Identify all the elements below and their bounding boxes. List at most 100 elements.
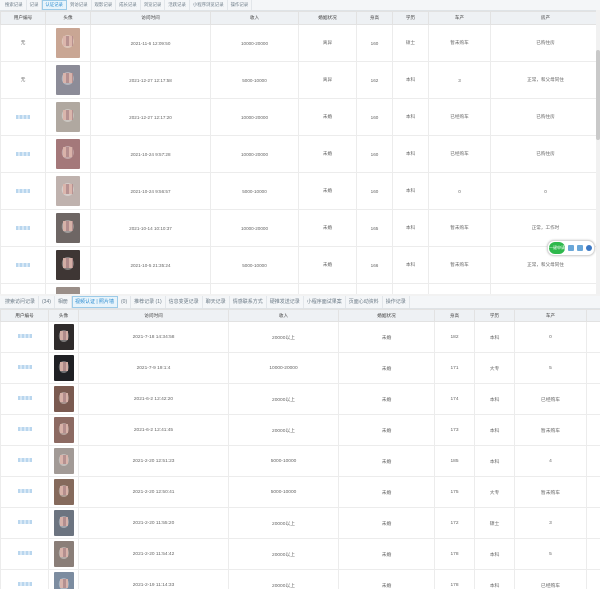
user-id[interactable]: 无 — [21, 40, 26, 45]
avatar[interactable] — [56, 176, 80, 206]
edu-cell: 本科 — [474, 321, 515, 353]
tab-6[interactable]: 信息变更记录 — [166, 296, 203, 308]
table-row[interactable]: 2021-10-24 9:57:28 10000-20000 未婚 160 本科 已经购车… — [0, 135, 600, 173]
user-id-cell — [0, 209, 46, 247]
tab-4[interactable]: 观影记录 — [92, 0, 117, 10]
masked-user-id — [16, 263, 30, 268]
table-row[interactable]: 2021-10-24 9:56:57 5000-10000 未婚 160 本科 0 0 — [0, 172, 600, 210]
tab-3[interactable]: 到访记录 — [67, 0, 92, 10]
time-cell: 2021-6-2 12:42:20 — [78, 383, 229, 415]
marital-cell: 未婚 — [338, 569, 435, 589]
avatar[interactable] — [53, 479, 74, 505]
marital-cell: 未婚 — [298, 135, 357, 173]
marital-cell: 未婚 — [338, 445, 435, 477]
marital-cell: 未婚 — [338, 321, 435, 353]
tab-2[interactable]: 相册 — [55, 296, 72, 308]
tab-1[interactable]: (34) — [39, 296, 55, 308]
marital-cell: 未婚 — [338, 414, 435, 446]
table-row[interactable]: 2021-12-27 12:17:20 10000-20000 未婚 160 本科 已经购… — [0, 98, 600, 136]
table-row[interactable]: 2021-2-20 11:55:20 20000以上 未婚 172 硕士 3 — [0, 507, 600, 539]
avatar-cell — [48, 321, 79, 353]
table-row[interactable]: 2021-6-2 12:41:45 20000以上 未婚 173 本科 暂未购车 — [0, 414, 600, 446]
grid-icon[interactable] — [568, 245, 574, 251]
top-vertical-scrollbar[interactable] — [596, 10, 600, 294]
avatar[interactable] — [53, 417, 74, 443]
tab-7[interactable]: 聊天记录 — [203, 296, 230, 308]
masked-user-id — [16, 189, 30, 194]
house-cell: 已购住房 — [490, 98, 600, 136]
tab-0[interactable]: 搜索访问记录 — [2, 296, 40, 308]
column-header: 婚姻状况 — [298, 11, 357, 25]
income-cell: 5000-10000 — [210, 172, 299, 210]
table-row[interactable]: 2021-2-20 11:54:42 20000以上 未婚 178 本科 5 — [0, 538, 600, 570]
avatar[interactable] — [53, 324, 74, 350]
table-row[interactable]: 2021-7-18 14:34:58 20000以上 未婚 182 本科 0 — [0, 321, 600, 353]
time-cell: 2021-2-20 12:50:41 — [78, 476, 229, 508]
avatar-cell — [45, 135, 91, 173]
tab-8[interactable]: 小程序浏览记录 — [190, 0, 228, 10]
avatar[interactable] — [53, 572, 74, 589]
user-id-cell — [0, 135, 46, 173]
empty-cell — [586, 507, 600, 539]
avatar[interactable] — [56, 65, 80, 95]
avatar[interactable] — [53, 541, 74, 567]
time-cell: 2021-7-9 19:1:4 — [78, 352, 229, 384]
table-row[interactable]: 2021-10-5 21:35:24 5000-10000 未婚 166 本科 暂未购车正… — [0, 246, 600, 284]
column-header: 身高 — [356, 11, 393, 25]
table-row[interactable]: 2021-2-19 11:14:33 20000以上 未婚 178 本科 已经购车 — [0, 569, 600, 589]
user-id-cell — [0, 321, 49, 353]
tab-7[interactable]: 活跃记录 — [165, 0, 190, 10]
avatar-mosaic — [63, 35, 73, 46]
avatar-mosaic — [63, 146, 73, 157]
tab-5[interactable]: 成长记录 — [116, 0, 141, 10]
tab-2[interactable]: 认证记录 — [42, 0, 67, 10]
income-cell: 10000-20000 — [210, 135, 299, 173]
car-cell: 已经购车 — [428, 98, 491, 136]
apply-button[interactable]: 一键申请 — [549, 242, 565, 254]
car-cell: 已经购车 — [428, 135, 491, 173]
tab-9[interactable]: 硬推发送记录 — [267, 296, 304, 308]
user-id-cell — [0, 383, 49, 415]
bottom-table-header: 用户编号 头像 访问时间 收入 婚姻状况 身高 学历 车产 — [0, 309, 600, 322]
tab-10[interactable]: 小程序面试果案 — [304, 296, 346, 308]
tab-12[interactable]: 操作记录 — [383, 296, 410, 308]
house-cell: 0 — [490, 172, 600, 210]
tab-6[interactable]: 浏览记录 — [141, 0, 166, 10]
table-row[interactable]: 2021-2-20 12:51:23 5000-10000 未婚 185 本科 4 — [0, 445, 600, 477]
user-id[interactable]: 无 — [21, 77, 26, 82]
avatar[interactable] — [53, 386, 74, 412]
tab-3[interactable]: 视频认证 | 照片墙 — [71, 296, 119, 308]
tab-1[interactable]: 记录 — [27, 0, 43, 10]
avatar[interactable] — [56, 213, 80, 243]
tab-0[interactable]: 搜索记录 — [2, 0, 27, 10]
tab-4[interactable]: (0) — [118, 296, 132, 308]
table-row[interactable]: 2021-2-20 12:50:41 5000-10000 未婚 175 大专 暂未购车 — [0, 476, 600, 508]
tab-11[interactable]: 页面心动资料 — [346, 296, 383, 308]
time-cell: 2021-2-20 11:55:20 — [78, 507, 229, 539]
avatar[interactable] — [56, 250, 80, 280]
height-cell: 173 — [434, 414, 475, 446]
list-icon[interactable] — [577, 245, 583, 251]
avatar[interactable] — [56, 102, 80, 132]
avatar[interactable] — [53, 448, 74, 474]
edu-cell: 大专 — [474, 476, 515, 508]
tab-9[interactable]: 操作记录 — [228, 0, 253, 10]
table-row[interactable]: 无 2021-11-6 12:09:50 10000-20000 离异 160 硕士 暂未购… — [0, 24, 600, 62]
avatar[interactable] — [53, 355, 74, 381]
table-row[interactable]: 2021-10-14 10:10:37 10000-20000 未婚 165 本科 暂未购… — [0, 209, 600, 247]
tab-5[interactable]: 推荐记录 (1) — [131, 296, 166, 308]
tab-8[interactable]: 情感联系方式 — [230, 296, 267, 308]
circle-icon[interactable] — [586, 245, 592, 251]
house-cell: 正常，和父母同住 — [490, 61, 600, 99]
table-row[interactable]: 无 2021-12-27 12:17:58 5000-10000 离异 162 本科 3 正常… — [0, 61, 600, 99]
scrollbar-thumb[interactable] — [596, 50, 600, 140]
avatar[interactable] — [53, 510, 74, 536]
car-cell: 已经购车 — [514, 569, 587, 589]
car-cell: 3 — [514, 507, 587, 539]
table-row[interactable]: 2021-6-2 12:42:20 20000以上 未婚 174 本科 已经购车 — [0, 383, 600, 415]
edu-cell: 本科 — [392, 61, 429, 99]
column-header — [586, 309, 600, 322]
avatar[interactable] — [56, 139, 80, 169]
table-row[interactable]: 2021-7-9 19:1:4 10000-20000 未婚 171 大专 5 — [0, 352, 600, 384]
avatar[interactable] — [56, 28, 80, 58]
